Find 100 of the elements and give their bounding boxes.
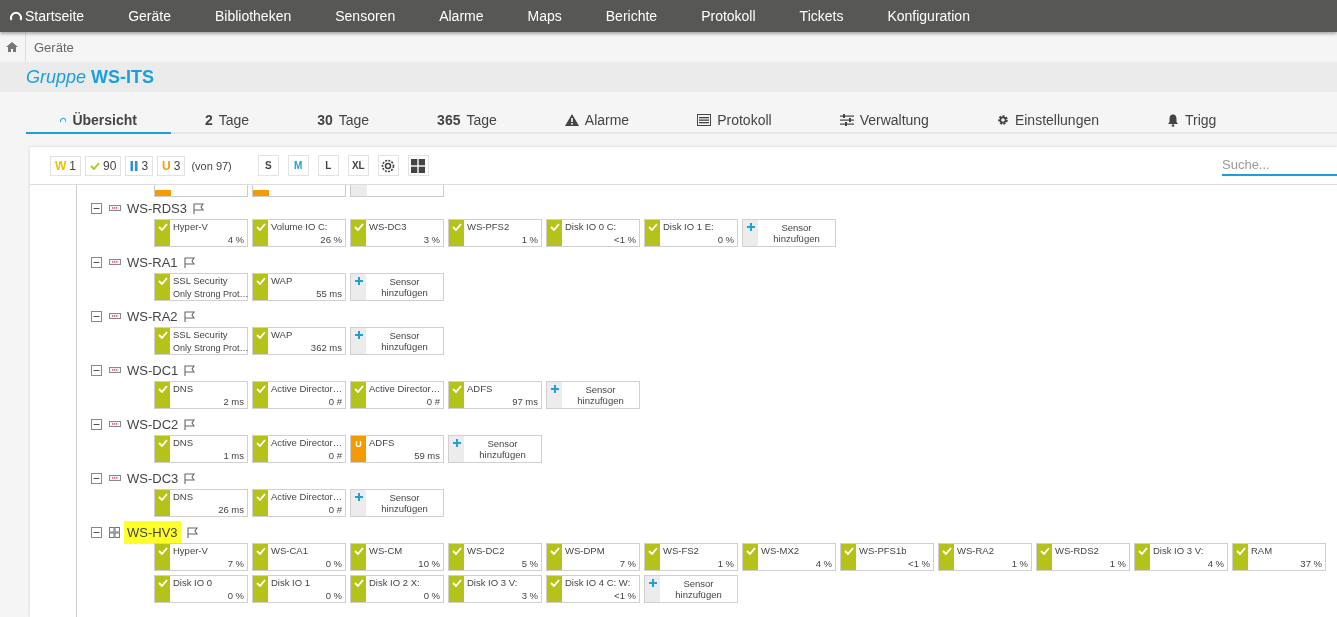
flag-icon[interactable] bbox=[186, 526, 199, 538]
flag-icon[interactable] bbox=[183, 256, 196, 268]
sensor-tile[interactable]: Disk IO 4 C: W: <1 % bbox=[546, 575, 640, 603]
add-sensor-tile[interactable]: Sensor hinzufügen bbox=[644, 575, 738, 603]
sensor-tile[interactable]: WS-PFS2 1 % bbox=[448, 219, 542, 247]
collapse-icon[interactable] bbox=[91, 526, 102, 538]
sensor-tile[interactable]: Disk IO 2 X: 0 % bbox=[350, 575, 444, 603]
sensor-tile[interactable]: SSL Security Only Strong Prot… bbox=[154, 273, 248, 301]
sensor-tile[interactable]: DNS 1 ms bbox=[154, 435, 248, 463]
add-sensor-tile[interactable]: Sensor hinzufügen bbox=[448, 435, 542, 463]
nav-link[interactable]: Konfiguration bbox=[887, 8, 970, 24]
sensor-tile[interactable]: Disk IO 3 V: 4 % bbox=[1134, 543, 1228, 571]
tab[interactable]: 30 Tage bbox=[283, 108, 404, 134]
nav-link[interactable]: Geräte bbox=[128, 8, 171, 24]
sensor-tile[interactable]: WAP 55 ms bbox=[252, 273, 346, 301]
sensor-tile[interactable] bbox=[252, 185, 346, 197]
sensor-tile[interactable]: DNS 26 ms bbox=[154, 489, 248, 517]
sensor-tile[interactable]: WS-RA2 1 % bbox=[938, 543, 1032, 571]
nav-link[interactable]: Bibliotheken bbox=[214, 8, 292, 24]
collapse-icon[interactable] bbox=[91, 418, 102, 430]
tab[interactable]: Alarme bbox=[530, 108, 664, 134]
sensor-tile[interactable]: WS-PFS1b <1 % bbox=[840, 543, 934, 571]
device-name[interactable]: WS-HV3 bbox=[124, 520, 181, 544]
sensor-tile[interactable]: WS-FS2 1 % bbox=[644, 543, 738, 571]
sensor-tile[interactable]: WAP 362 ms bbox=[252, 327, 346, 355]
nav-link[interactable]: Protokoll bbox=[701, 8, 756, 24]
device-name[interactable]: WS-RA1 bbox=[127, 252, 178, 272]
nav-link[interactable]: Startseite bbox=[10, 8, 85, 24]
sensor-tile[interactable]: Disk IO 3 V: 3 % bbox=[448, 575, 542, 603]
collapse-icon[interactable] bbox=[91, 256, 102, 268]
sensor-tile[interactable]: Volume IO C: 26 % bbox=[252, 219, 346, 247]
size-button[interactable]: XL bbox=[347, 155, 369, 176]
nav-link[interactable]: Tickets bbox=[799, 8, 844, 24]
collapse-icon[interactable] bbox=[91, 364, 102, 376]
status-filter[interactable]: U 3 bbox=[157, 155, 186, 176]
tab[interactable]: Übersicht bbox=[26, 108, 171, 134]
flag-icon[interactable] bbox=[192, 202, 205, 214]
check-icon bbox=[157, 277, 168, 285]
device-name[interactable]: WS-DC3 bbox=[127, 468, 179, 488]
add-sensor-tile[interactable]: Sensor hinzufügen bbox=[350, 273, 444, 301]
flag-icon[interactable] bbox=[184, 472, 197, 484]
bell-icon bbox=[1167, 113, 1179, 127]
status-filter[interactable]: W 1 bbox=[50, 155, 81, 176]
nav-link[interactable]: Alarme bbox=[439, 8, 484, 24]
device-name[interactable]: WS-RDS3 bbox=[127, 198, 187, 218]
sensor-tile[interactable]: ADFS 97 ms bbox=[448, 381, 542, 409]
device-name[interactable]: WS-DC2 bbox=[127, 414, 179, 434]
size-button[interactable]: S bbox=[257, 155, 279, 176]
tab[interactable]: 2 Tage bbox=[171, 108, 284, 134]
sensor-tile[interactable]: Disk IO 0 C: <1 % bbox=[546, 219, 640, 247]
sensor-tile[interactable]: Disk IO 0 0 % bbox=[154, 575, 248, 603]
breadcrumb-link[interactable]: Geräte bbox=[34, 39, 74, 55]
add-sensor-tile[interactable]: Sensor hinzufügen bbox=[350, 489, 444, 517]
sensor-tile[interactable]: WS-CA1 0 % bbox=[252, 543, 346, 571]
sensor-tile[interactable]: WS-RDS2 1 % bbox=[1036, 543, 1130, 571]
sensor-tile[interactable]: WS-DPM 7 % bbox=[546, 543, 640, 571]
sensor-tile[interactable] bbox=[154, 185, 248, 197]
sensor-tile[interactable]: WS-DC3 3 % bbox=[350, 219, 444, 247]
add-sensor-tile[interactable]: Sensor hinzufügen bbox=[350, 327, 444, 355]
add-sensor-tile[interactable] bbox=[350, 185, 444, 197]
sensor-tile[interactable]: Hyper-V 7 % bbox=[154, 543, 248, 571]
sensor-tile[interactable]: RAM 37 % bbox=[1232, 543, 1326, 571]
sensor-tile[interactable]: WS-MX2 4 % bbox=[742, 543, 836, 571]
tab[interactable]: Einstellungen bbox=[962, 108, 1133, 134]
sensor-tile[interactable]: WS-CM 10 % bbox=[350, 543, 444, 571]
flag-icon[interactable] bbox=[184, 364, 197, 376]
size-button[interactable]: L bbox=[317, 155, 339, 176]
sensor-tile[interactable]: Active Director… 0 # bbox=[252, 489, 346, 517]
sensor-tile[interactable]: Hyper-V 4 % bbox=[154, 219, 248, 247]
tab[interactable]: 365 Tage bbox=[403, 108, 531, 134]
sensor-tile[interactable]: U ADFS 59 ms bbox=[350, 435, 444, 463]
sensor-tile[interactable]: Active Director… 0 # bbox=[350, 381, 444, 409]
sensor-tile[interactable]: Disk IO 1 0 % bbox=[252, 575, 346, 603]
sensor-tile[interactable]: Active Director… 0 # bbox=[252, 435, 346, 463]
device-name[interactable]: WS-DC1 bbox=[127, 360, 179, 380]
sensor-tile[interactable]: DNS 2 ms bbox=[154, 381, 248, 409]
tab[interactable]: Verwaltung bbox=[805, 108, 963, 134]
device-name[interactable]: WS-RA2 bbox=[127, 306, 178, 326]
nav-link[interactable]: Sensoren bbox=[335, 8, 396, 24]
flag-icon[interactable] bbox=[184, 418, 197, 430]
search-field[interactable]: Suche... bbox=[1222, 155, 1337, 176]
nav-link[interactable]: Maps bbox=[527, 8, 562, 24]
status-filter[interactable]: 90 bbox=[85, 155, 122, 176]
add-sensor-tile[interactable]: Sensor hinzufügen bbox=[742, 219, 836, 247]
sensor-tile[interactable]: Disk IO 1 E: 0 % bbox=[644, 219, 738, 247]
collapse-icon[interactable] bbox=[91, 310, 102, 322]
flag-icon[interactable] bbox=[183, 310, 196, 322]
sensor-tile[interactable]: SSL Security Only Strong Prot… bbox=[154, 327, 248, 355]
grid-view-button[interactable] bbox=[407, 155, 429, 176]
tab[interactable]: Trigg bbox=[1133, 108, 1251, 134]
add-sensor-tile[interactable]: Sensor hinzufügen bbox=[546, 381, 640, 409]
settings-button[interactable] bbox=[377, 155, 399, 176]
collapse-icon[interactable] bbox=[91, 472, 102, 484]
tab[interactable]: Protokoll bbox=[663, 108, 806, 134]
sensor-tile[interactable]: WS-DC2 5 % bbox=[448, 543, 542, 571]
home-icon[interactable] bbox=[6, 42, 18, 52]
nav-link[interactable]: Berichte bbox=[605, 8, 658, 24]
status-filter[interactable]: 3 bbox=[125, 155, 154, 176]
collapse-icon[interactable] bbox=[91, 202, 102, 214]
sensor-tile[interactable]: Active Director… 0 # bbox=[252, 381, 346, 409]
